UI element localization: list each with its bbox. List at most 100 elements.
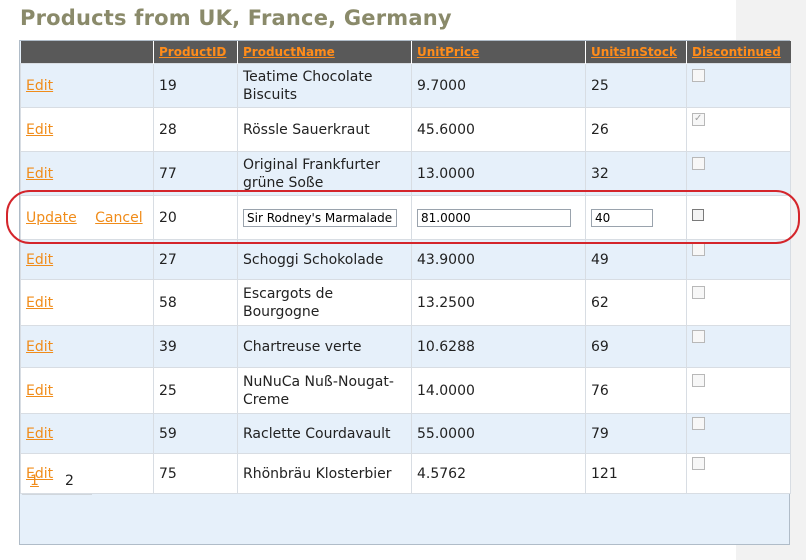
productid-cell: 39 <box>153 325 238 368</box>
unitsinstock-cell: 25 <box>585 63 687 108</box>
table-row: Edit 25 NuNuCa Nuß-Nougat-Creme 14.0000 … <box>20 367 791 414</box>
unitprice-cell: 13.0000 <box>411 151 586 196</box>
sort-unitprice-link[interactable]: UnitPrice <box>417 45 479 59</box>
discontinued-cell <box>686 279 791 326</box>
unitprice-cell: 13.2500 <box>411 279 586 326</box>
discontinued-checkbox <box>692 156 705 170</box>
productname-cell: NuNuCa Nuß-Nougat-Creme <box>237 367 412 414</box>
table-row: Edit 58 Escargots de Bourgogne 13.2500 6… <box>20 279 791 326</box>
unitprice-cell: 4.5762 <box>411 453 586 494</box>
unitsinstock-cell <box>585 195 687 240</box>
unitsinstock-cell: 69 <box>585 325 687 368</box>
header-row: ProductID ProductName UnitPrice UnitsInS… <box>20 41 791 64</box>
command-cell: Edit <box>20 367 154 414</box>
unitprice-cell: 45.6000 <box>411 107 586 152</box>
header-unitprice[interactable]: UnitPrice <box>411 41 586 64</box>
productname-cell: Chartreuse verte <box>237 325 412 368</box>
unitsinstock-cell: 62 <box>585 279 687 326</box>
productname-cell <box>237 195 412 240</box>
header-productname[interactable]: ProductName <box>237 41 412 64</box>
discontinued-checkbox <box>692 456 705 470</box>
productname-cell: Teatime Chocolate Biscuits <box>237 63 412 108</box>
sort-discontinued-link[interactable]: Discontinued <box>692 45 781 59</box>
productname-input[interactable] <box>243 208 397 227</box>
cancel-button[interactable]: Cancel <box>95 210 142 226</box>
productname-cell: Raclette Courdavault <box>237 413 412 454</box>
header-discontinued[interactable]: Discontinued <box>686 41 791 64</box>
sort-unitsinstock-link[interactable]: UnitsInStock <box>591 45 677 59</box>
unitprice-cell <box>411 195 586 240</box>
productname-cell: Original Frankfurter grüne Soße <box>237 151 412 196</box>
productname-cell: Escargots de Bourgogne <box>237 279 412 326</box>
command-cell: Edit <box>20 279 154 326</box>
unitsinstock-cell: 76 <box>585 367 687 414</box>
command-cell: Edit <box>20 239 154 280</box>
edit-button[interactable]: Edit <box>26 78 53 94</box>
unitprice-cell: 14.0000 <box>411 367 586 414</box>
discontinued-checkbox <box>692 68 705 82</box>
unitsinstock-cell: 79 <box>585 413 687 454</box>
command-cell: Edit <box>20 325 154 368</box>
sort-productid-link[interactable]: ProductID <box>159 45 226 59</box>
edit-button[interactable]: Edit <box>26 166 53 182</box>
discontinued-checkbox <box>692 416 705 430</box>
edit-button[interactable]: Edit <box>26 339 53 355</box>
discontinued-cell <box>686 453 791 494</box>
productname-cell: Rössle Sauerkraut <box>237 107 412 152</box>
edit-button[interactable]: Edit <box>26 426 53 442</box>
sort-productname-link[interactable]: ProductName <box>243 45 335 59</box>
discontinued-checkbox[interactable] <box>692 208 704 221</box>
productid-cell: 75 <box>153 453 238 494</box>
discontinued-checkbox <box>692 242 705 256</box>
productname-cell: Schoggi Schokolade <box>237 239 412 280</box>
command-cell: Edit <box>20 107 154 152</box>
productname-cell: Rhönbräu Klosterbier <box>237 453 412 494</box>
discontinued-cell <box>686 63 791 108</box>
discontinued-checkbox <box>692 285 705 299</box>
unitsinstock-cell: 32 <box>585 151 687 196</box>
unitprice-cell: 55.0000 <box>411 413 586 454</box>
header-unitsinstock[interactable]: UnitsInStock <box>585 41 687 64</box>
discontinued-cell <box>686 325 791 368</box>
edit-button[interactable]: Edit <box>26 295 53 311</box>
table-row: Edit 75 Rhönbräu Klosterbier 4.5762 121 <box>20 453 791 494</box>
discontinued-cell <box>686 367 791 414</box>
update-button[interactable]: Update <box>26 210 77 226</box>
discontinued-cell <box>686 107 791 152</box>
header-command <box>20 41 154 64</box>
discontinued-checkbox <box>692 329 705 343</box>
command-cell: Edit <box>20 63 154 108</box>
pager-current-page-2: 2 <box>57 468 92 495</box>
productid-cell: 58 <box>153 279 238 326</box>
table-row: Edit 27 Schoggi Schokolade 43.9000 49 <box>20 239 791 280</box>
discontinued-cell <box>686 195 791 240</box>
unitsinstock-cell: 121 <box>585 453 687 494</box>
products-table: ProductID ProductName UnitPrice UnitsInS… <box>20 41 791 494</box>
productid-cell: 59 <box>153 413 238 454</box>
productid-cell: 77 <box>153 151 238 196</box>
edit-button[interactable]: Edit <box>26 383 53 399</box>
discontinued-cell <box>686 413 791 454</box>
pager-link-page-1[interactable]: 1 <box>22 468 57 495</box>
productid-cell: 19 <box>153 63 238 108</box>
productid-cell: 27 <box>153 239 238 280</box>
unitprice-cell: 10.6288 <box>411 325 586 368</box>
unitprice-cell: 9.7000 <box>411 63 586 108</box>
discontinued-checkbox <box>692 110 705 128</box>
pager: 1 2 <box>22 468 92 496</box>
table-row: Edit 39 Chartreuse verte 10.6288 69 <box>20 325 791 368</box>
unitsinstock-cell: 49 <box>585 239 687 280</box>
unitsinstock-input[interactable] <box>591 208 653 227</box>
products-grid: ProductID ProductName UnitPrice UnitsInS… <box>19 40 791 545</box>
table-row: Edit 59 Raclette Courdavault 55.0000 79 <box>20 413 791 454</box>
header-productid[interactable]: ProductID <box>153 41 238 64</box>
page-title: Products from UK, France, Germany <box>20 6 452 30</box>
unitprice-input[interactable] <box>417 208 571 227</box>
productid-cell: 25 <box>153 367 238 414</box>
table-row: Edit 19 Teatime Chocolate Biscuits 9.700… <box>20 63 791 108</box>
edit-button[interactable]: Edit <box>26 122 53 138</box>
discontinued-cell <box>686 151 791 196</box>
command-cell: Edit <box>20 413 154 454</box>
productid-cell: 20 <box>153 195 238 240</box>
edit-button[interactable]: Edit <box>26 252 53 268</box>
